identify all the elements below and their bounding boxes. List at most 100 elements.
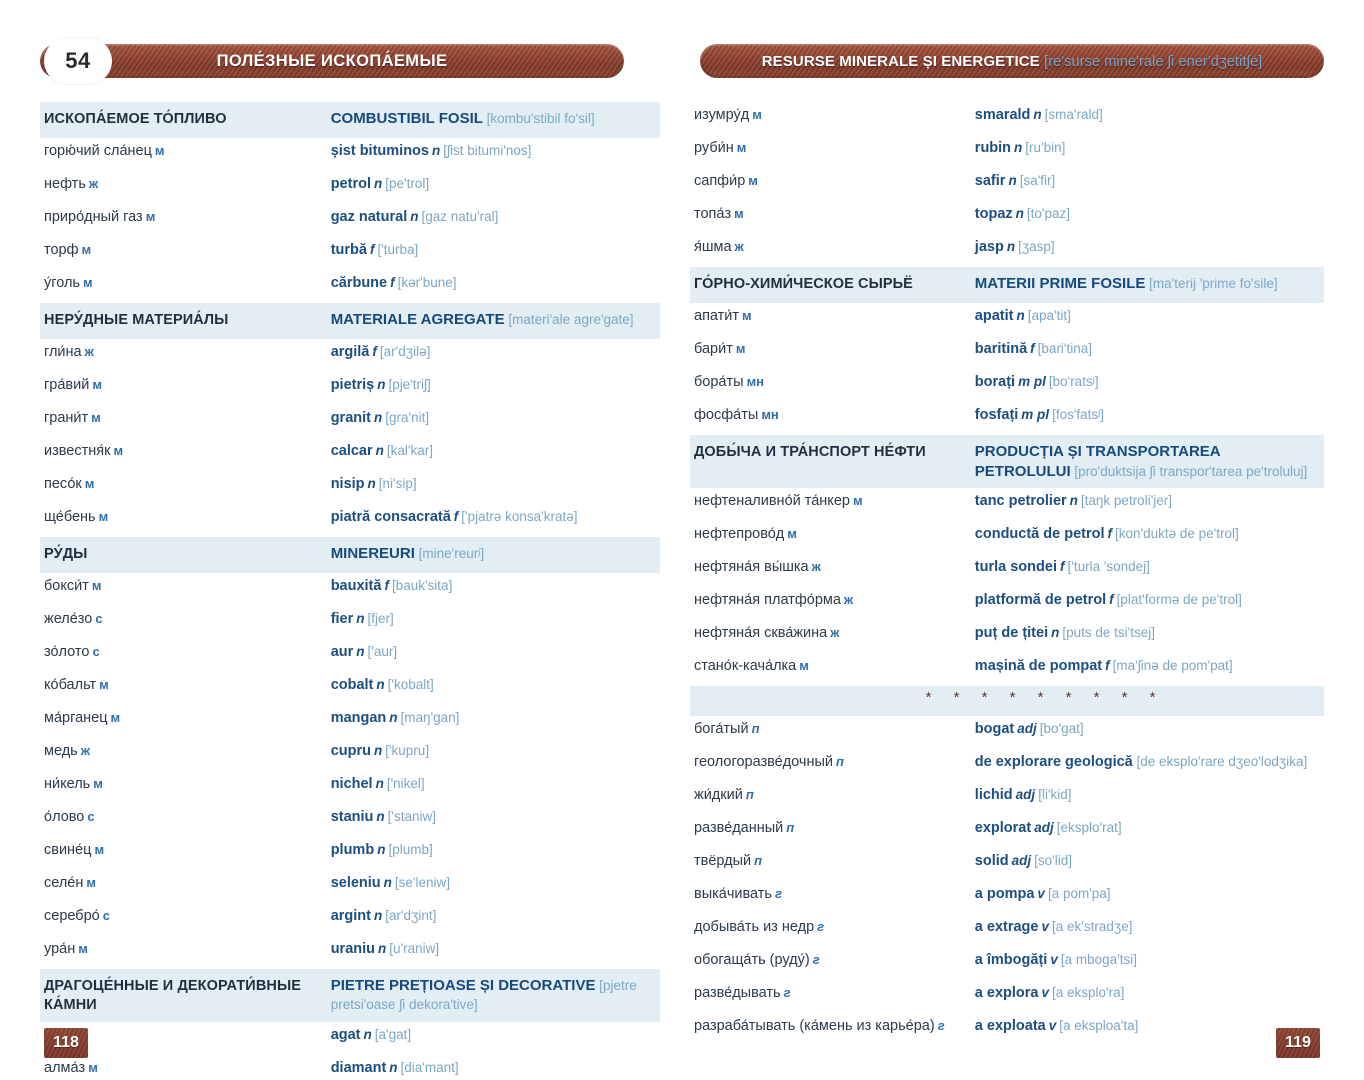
entry-pronunciation: ['kobalt]	[387, 677, 434, 692]
entry-gender-marker: м	[752, 107, 762, 122]
entry-pronunciation: [taŋk petroli'jer]	[1080, 493, 1173, 508]
entry-gender-marker: г	[783, 985, 791, 1000]
entry-source-cell: селе́н м	[44, 874, 331, 893]
dictionary-entry-row: грани́т м granit n [gra'nit]	[40, 405, 660, 438]
entry-source-term: апати́т	[694, 308, 740, 324]
dictionary-entry-row: разве́дывать г a explora v [a eksplo'ra]	[690, 980, 1324, 1013]
entry-source-term: руби́н	[694, 140, 734, 156]
entry-target-cell: fier n [fjer]	[331, 610, 654, 629]
entry-target-cell: diamant n [dia'mant]	[331, 1059, 654, 1078]
entry-part-of-speech: n	[367, 476, 376, 491]
entry-target-term: plumb	[330, 842, 375, 858]
entry-target-term: argilă	[330, 344, 370, 360]
entry-target-term: bauxită	[330, 578, 382, 594]
entry-target-cell: argilă f [ar'dʒilə]	[331, 343, 654, 362]
star-separator-row: * * * * * * * * *	[690, 686, 1324, 716]
entry-target-term: calcar	[330, 443, 373, 459]
entry-source-cell: ГО́РНО-ХИМИ́ЧЕСКОЕ СЫРЬЁ	[694, 275, 975, 294]
entry-source-term: я́шма	[694, 239, 732, 255]
dictionary-entry-row: добыва́ть из недр г a extrage v [a ek'stradʒ…	[690, 914, 1324, 947]
entry-source-cell: ура́н м	[44, 940, 331, 959]
entry-part-of-speech: adj	[1017, 721, 1037, 736]
entry-pronunciation: [a eksploa'ta]	[1059, 1018, 1139, 1033]
section-heading-target: MATERIALE AGREGATE	[330, 311, 505, 328]
entry-pronunciation: ['turba]	[377, 242, 419, 257]
entry-target-term: a exploata	[974, 1018, 1046, 1034]
entry-target-term: uraniu	[330, 941, 375, 957]
entry-part-of-speech: f	[1105, 658, 1110, 673]
entry-target-cell: șist bituminos n [ʃist bitumi'nos]	[331, 142, 654, 161]
entry-part-of-speech: n	[373, 743, 383, 758]
entry-source-term: известня́к	[44, 443, 111, 459]
entry-part-of-speech: n	[373, 908, 383, 923]
dictionary-entry-row: нефтяна́я платфо́рма ж platformă de petrol…	[690, 587, 1324, 620]
entry-target-term: tanc petrolier	[974, 493, 1067, 509]
entry-source-cell: гли́на ж	[44, 343, 331, 362]
entry-target-term: nichel	[330, 776, 373, 792]
dictionary-entry-row: нефтепрово́д м conductă de petrol f [kon'duk…	[690, 521, 1324, 554]
entry-source-term: медь	[44, 743, 78, 759]
entry-target-cell: apatit n [apa'tit]	[975, 307, 1318, 326]
entry-source-cell: бари́т м	[694, 340, 975, 359]
entry-target-cell: nichel n ['nikel]	[331, 775, 654, 794]
dictionary-entry-row: нефтеналивно́й та́нкер м tanc petrolier n [t…	[690, 488, 1324, 521]
entry-target-cell: turla sondei f ['turla 'sondej]	[975, 558, 1318, 577]
entry-source-cell: свине́ц м	[44, 841, 331, 860]
entry-target-cell: puț de țitei n [puts de tsi'tsej]	[975, 624, 1318, 643]
entry-part-of-speech: n	[410, 209, 419, 224]
entry-part-of-speech: adj	[1011, 853, 1032, 868]
entry-gender-marker: с	[102, 908, 110, 923]
dictionary-entry-row: топа́з м topaz n [to'paz]	[690, 201, 1324, 234]
entry-gender-marker: ж	[734, 239, 744, 254]
star-separator: * * * * * * * * *	[925, 689, 1165, 706]
dictionary-entry-row: сапфи́р м safir n [sa'fir]	[690, 168, 1324, 201]
entry-target-cell: a explora v [a eksplo'ra]	[975, 984, 1318, 1003]
entry-source-cell: ДРАГОЦЕ́ННЫЕ И ДЕКОРАТИ́ВНЫЕ КА́МНИ	[44, 977, 331, 1015]
entry-target-term: a extrage	[974, 919, 1039, 935]
entry-target-cell: conductă de petrol f [kon'duktə de pe'trol…	[975, 525, 1318, 544]
entry-pronunciation: [ar'dʒilə]	[379, 344, 431, 359]
entry-pronunciation: [to'paz]	[1026, 206, 1071, 221]
dictionary-entry-row: песо́к м nisip n [ni'sip]	[40, 471, 660, 504]
dictionary-entry-row: свине́ц м plumb n [plumb]	[40, 837, 660, 870]
entry-pronunciation: [ma'terij 'prime fo'sile]	[1145, 276, 1278, 291]
entry-target-cell: uraniu n [u'raniw]	[331, 940, 654, 959]
entry-source-term: бога́тый	[694, 721, 749, 737]
entry-gender-marker: г	[937, 1018, 945, 1033]
entry-pronunciation: [se'leniw]	[394, 875, 451, 890]
entry-gender-marker: м	[748, 173, 758, 188]
entry-target-term: lichid	[974, 787, 1013, 803]
entry-source-cell: выка́чивать г	[694, 885, 975, 904]
entry-target-cell: solid adj [so'lid]	[975, 852, 1318, 871]
entry-source-term: желе́зо	[44, 611, 93, 627]
entry-source-term: нефтяна́я вы́шка	[694, 559, 809, 575]
entry-part-of-speech: n	[389, 710, 398, 725]
entry-part-of-speech: m pl	[1021, 407, 1050, 422]
dictionary-entry-row: ма́рганец м mangan n [maŋ'gan]	[40, 705, 660, 738]
entry-target-term: cupru	[330, 743, 371, 759]
entry-target-cell: pietriș n [pje'triʃ]	[331, 376, 654, 395]
entry-gender-marker: м	[84, 476, 95, 491]
dictionary-entry-row: жи́дкий п lichid adj [li'kid]	[690, 782, 1324, 815]
entry-gender-marker: п	[745, 787, 754, 802]
entry-target-cell: fosfați m pl [fos'fatsʲ]	[975, 406, 1318, 425]
entry-source-cell: я́шма ж	[694, 238, 975, 257]
dictionary-entry-row: медь ж cupru n ['kupru]	[40, 738, 660, 771]
entry-source-cell: зо́лото с	[44, 643, 331, 662]
entry-part-of-speech: f	[369, 242, 375, 257]
section-heading-row: ГО́РНО-ХИМИ́ЧЕСКОЕ СЫРЬЁ MATERII PRIME FO…	[690, 267, 1324, 303]
entry-gender-marker: м	[799, 658, 809, 673]
entry-source-term: торф	[44, 242, 79, 258]
entry-target-term: solid	[974, 853, 1009, 869]
entry-target-cell: borați m pl [bo'ratsʲ]	[975, 373, 1318, 392]
entry-gender-marker: м	[92, 377, 102, 392]
entry-source-term: обогаща́ть (руду́)	[694, 952, 810, 968]
entry-part-of-speech: n	[383, 875, 392, 890]
entry-pronunciation: [apa'tit]	[1027, 308, 1071, 323]
entry-source-cell: грани́т м	[44, 409, 331, 428]
entry-target-cell: baritină f [bari'tina]	[975, 340, 1318, 359]
entry-source-term: песо́к	[44, 476, 82, 492]
entry-part-of-speech: f	[384, 578, 389, 593]
entry-pronunciation: [so'lid]	[1034, 853, 1072, 868]
entry-target-term: piatră consacrată	[330, 509, 451, 525]
